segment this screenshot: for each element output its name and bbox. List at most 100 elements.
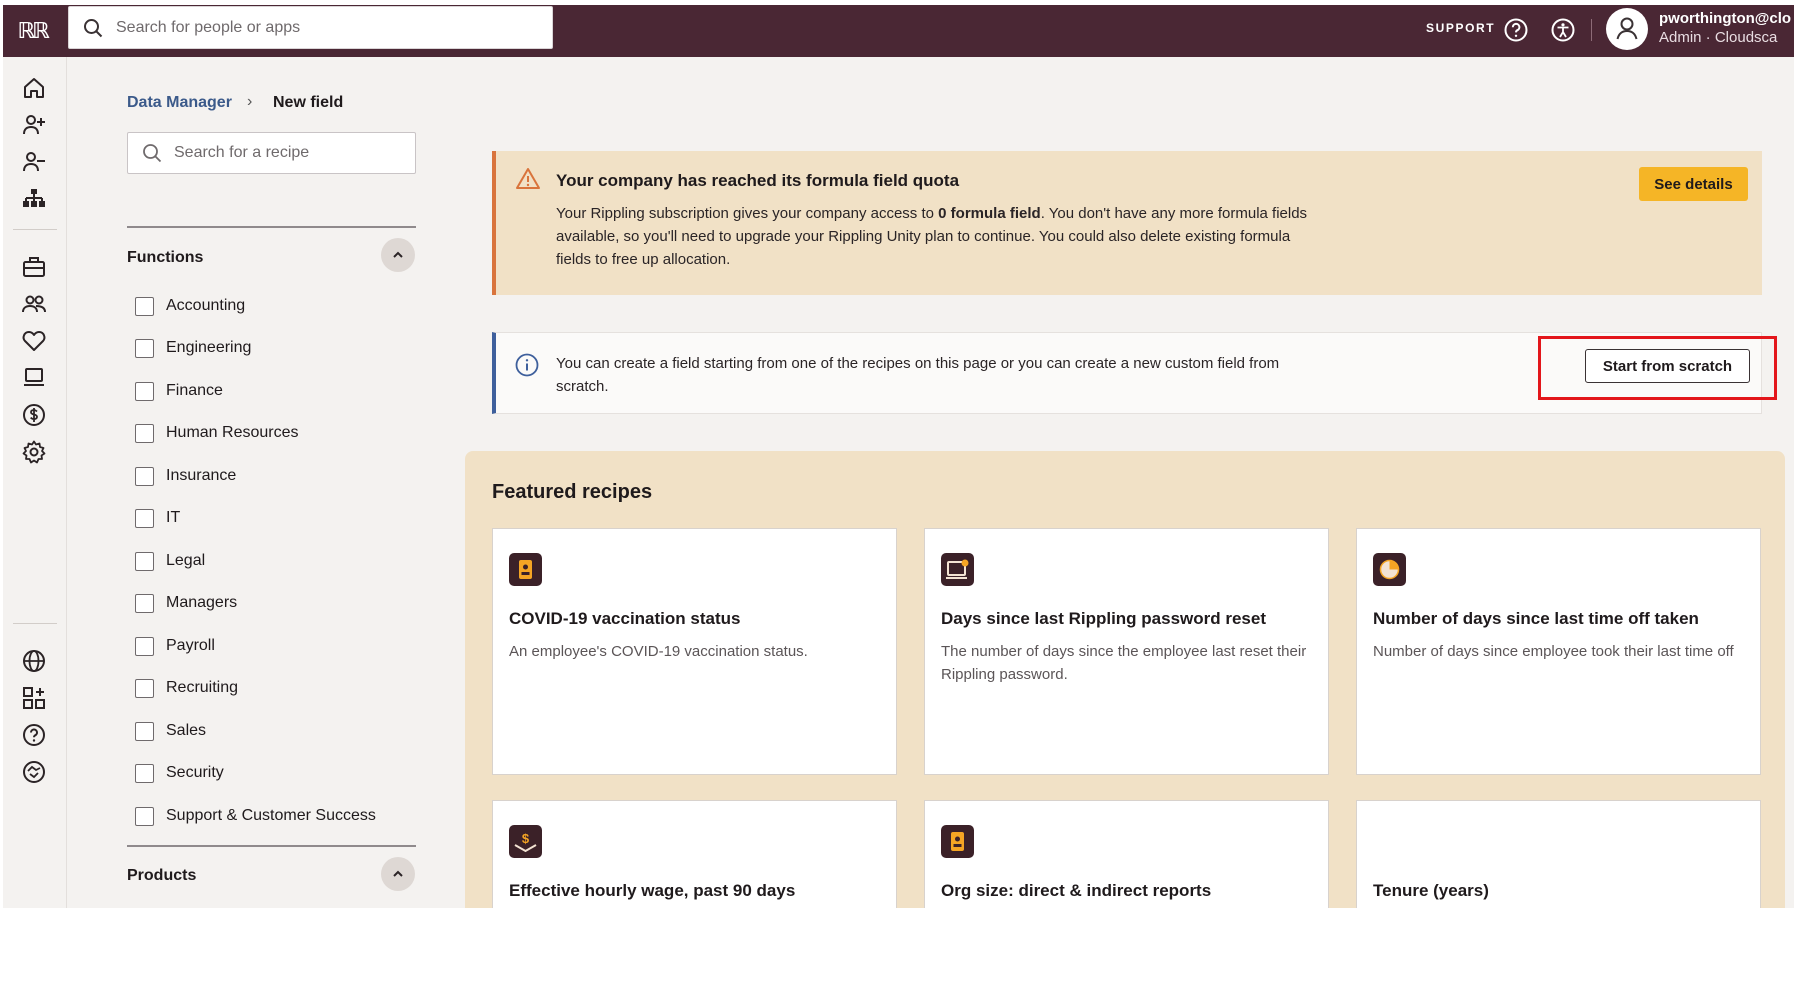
- info-icon: [515, 353, 539, 377]
- recipe-card-tenure[interactable]: Tenure (years): [1356, 800, 1761, 908]
- function-checkbox-support-customer-success[interactable]: Support & Customer Success: [135, 805, 376, 827]
- function-checkbox-accounting[interactable]: Accounting: [135, 295, 245, 317]
- checkbox[interactable]: [135, 678, 154, 698]
- function-checkbox-security[interactable]: Security: [135, 762, 224, 784]
- checkbox[interactable]: [135, 508, 154, 528]
- checkbox[interactable]: [135, 593, 154, 613]
- chevron-up-icon: [393, 870, 403, 877]
- checkbox[interactable]: [135, 763, 154, 783]
- function-checkbox-payroll[interactable]: Payroll: [135, 635, 215, 657]
- apps-grid-icon[interactable]: [21, 685, 47, 711]
- user-email[interactable]: pworthington@clo: [1659, 10, 1791, 27]
- app-window: ℝℝ SUPPORT pworthington@clo Ad: [3, 5, 1794, 908]
- recipe-search[interactable]: [127, 132, 416, 174]
- info-banner: You can create a field starting from one…: [492, 332, 1762, 414]
- global-search-input[interactable]: [116, 17, 536, 39]
- function-label: IT: [166, 509, 181, 526]
- function-label: Payroll: [166, 637, 215, 654]
- accessibility-icon[interactable]: [1550, 17, 1576, 43]
- products-collapse-button[interactable]: [381, 857, 415, 891]
- function-label: Recruiting: [166, 679, 239, 696]
- recipe-title: Days since last Rippling password reset: [941, 609, 1267, 628]
- recipe-title: Number of days since last time off taken: [1373, 609, 1699, 628]
- chevron-up-icon: [393, 251, 403, 258]
- checkbox[interactable]: [135, 806, 154, 826]
- briefcase-icon[interactable]: [21, 254, 47, 280]
- remove-person-icon[interactable]: [21, 149, 47, 175]
- function-label: Finance: [166, 382, 223, 399]
- recipe-card-password-reset[interactable]: Days since last Rippling password reset …: [924, 528, 1329, 775]
- checkbox[interactable]: [135, 296, 154, 316]
- function-label: Sales: [166, 722, 207, 739]
- checkbox[interactable]: [135, 338, 154, 358]
- breadcrumb-data-manager[interactable]: Data Manager: [127, 94, 232, 112]
- recipe-title: Tenure (years): [1373, 881, 1489, 900]
- warning-icon: [516, 168, 540, 189]
- user-icon: [1616, 17, 1638, 40]
- monitor-icon: [941, 553, 974, 586]
- badge-icon: [509, 553, 542, 586]
- global-search[interactable]: [68, 6, 553, 49]
- checkbox[interactable]: [135, 636, 154, 656]
- function-label: Legal: [166, 552, 206, 569]
- info-body: You can create a field starting from one…: [556, 355, 1280, 395]
- functions-title: Functions: [127, 249, 204, 266]
- function-label: Human Resources: [166, 424, 299, 441]
- function-checkbox-managers[interactable]: Managers: [135, 592, 237, 614]
- help-circle-icon[interactable]: [21, 722, 47, 748]
- checkbox[interactable]: [135, 551, 154, 571]
- function-checkbox-sales[interactable]: Sales: [135, 720, 206, 742]
- heart-icon[interactable]: [21, 328, 47, 354]
- left-nav: [3, 57, 67, 908]
- checkbox[interactable]: [135, 381, 154, 401]
- divider: [127, 226, 416, 228]
- recipe-description: An employee's COVID-19 vaccination statu…: [509, 643, 808, 660]
- gear-icon[interactable]: [21, 439, 47, 465]
- function-label: Insurance: [166, 467, 237, 484]
- recipe-card-org-size[interactable]: Org size: direct & indirect reports: [924, 800, 1329, 908]
- featured-recipes-title: Featured recipes: [492, 481, 653, 503]
- time-off-icon: [1373, 553, 1406, 586]
- function-checkbox-engineering[interactable]: Engineering: [135, 337, 251, 359]
- recipe-search-input[interactable]: [174, 143, 404, 163]
- org-chart-icon[interactable]: [21, 186, 47, 212]
- nav-divider: [13, 623, 57, 624]
- support-link[interactable]: SUPPORT: [1426, 21, 1495, 35]
- see-details-button[interactable]: See details: [1639, 167, 1748, 201]
- recipe-card-hourly-wage[interactable]: $ Effective hourly wage, past 90 days: [492, 800, 897, 908]
- function-checkbox-finance[interactable]: Finance: [135, 380, 223, 402]
- checkbox[interactable]: [135, 423, 154, 443]
- home-icon[interactable]: [21, 75, 47, 101]
- rippling-logo[interactable]: ℝℝ: [15, 15, 49, 47]
- avatar[interactable]: [1606, 8, 1648, 50]
- laptop-icon[interactable]: [21, 365, 47, 391]
- function-label: Managers: [166, 594, 238, 611]
- checkbox[interactable]: [135, 466, 154, 486]
- recipe-title: COVID-19 vaccination status: [509, 609, 741, 628]
- svg-text:$: $: [522, 831, 530, 846]
- functions-collapse-button[interactable]: [381, 238, 415, 272]
- function-checkbox-recruiting[interactable]: Recruiting: [135, 677, 238, 699]
- globe-icon[interactable]: [21, 648, 47, 674]
- recipe-card-covid-vaccination[interactable]: COVID-19 vaccination status An employee'…: [492, 528, 897, 775]
- function-label: Support & Customer Success: [166, 807, 376, 824]
- help-icon[interactable]: [1503, 17, 1529, 43]
- recipe-description: Number of days since employee took their…: [1373, 643, 1734, 660]
- recipe-card-time-off[interactable]: Number of days since last time off taken…: [1356, 528, 1761, 775]
- dollar-icon[interactable]: [21, 402, 47, 428]
- start-from-scratch-button[interactable]: Start from scratch: [1585, 349, 1750, 383]
- function-checkbox-insurance[interactable]: Insurance: [135, 465, 236, 487]
- top-bar: ℝℝ SUPPORT pworthington@clo Ad: [3, 5, 1794, 57]
- function-checkbox-human-resources[interactable]: Human Resources: [135, 422, 299, 444]
- recipe-title: Org size: direct & indirect reports: [941, 881, 1212, 900]
- checkbox[interactable]: [135, 721, 154, 741]
- people-icon[interactable]: [21, 291, 47, 317]
- recipe-title: Effective hourly wage, past 90 days: [509, 881, 796, 900]
- function-label: Accounting: [166, 297, 246, 314]
- function-checkbox-legal[interactable]: Legal: [135, 550, 205, 572]
- handshake-icon[interactable]: [21, 759, 47, 785]
- function-checkbox-it[interactable]: IT: [135, 507, 180, 529]
- dollar-envelope-icon: $: [509, 825, 542, 858]
- badge-icon: [941, 825, 974, 858]
- add-person-icon[interactable]: [21, 112, 47, 138]
